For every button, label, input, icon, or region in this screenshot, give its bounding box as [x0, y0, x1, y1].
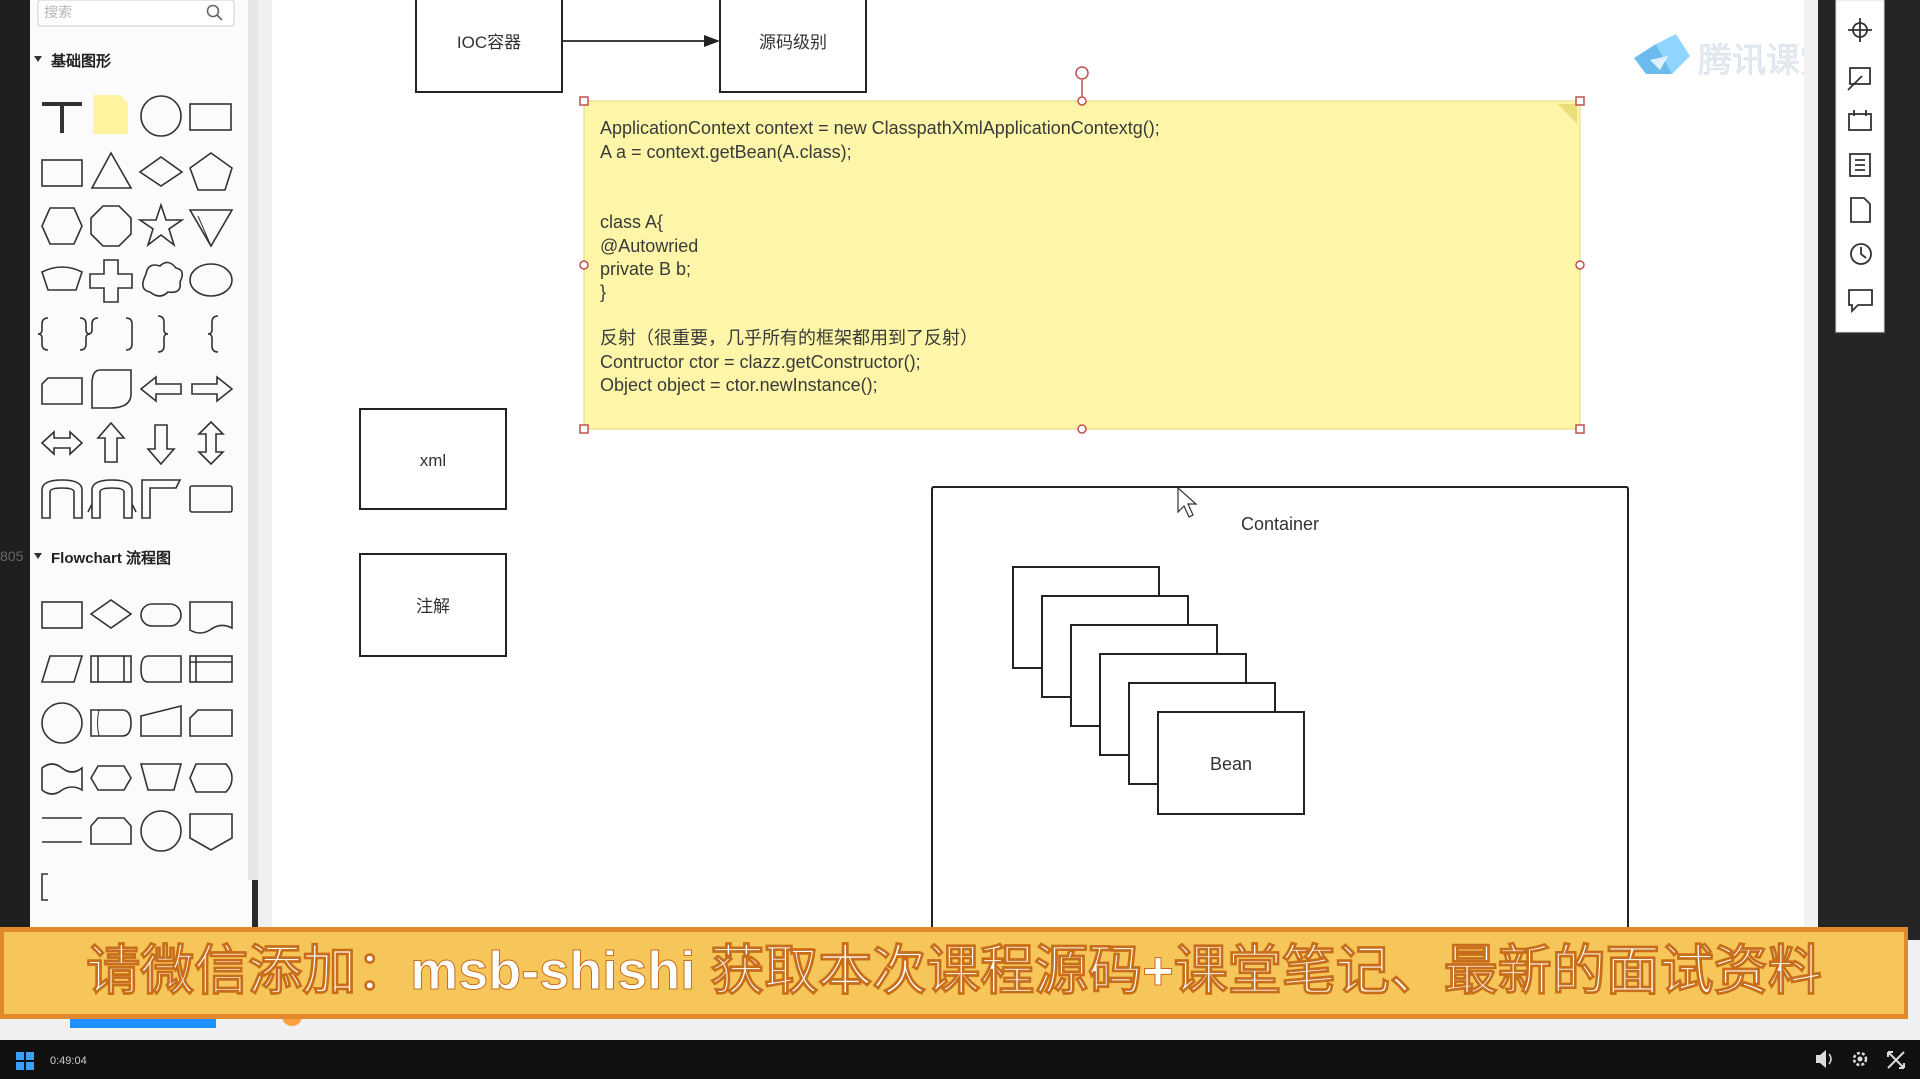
- resize-handle[interactable]: [1077, 424, 1087, 434]
- search-input[interactable]: 搜索: [44, 4, 72, 20]
- note-line: Contructor ctor = clazz.getConstructor()…: [600, 352, 921, 372]
- ioc-container-label: IOC容器: [457, 33, 521, 52]
- resize-handle[interactable]: [579, 96, 589, 106]
- promo-banner-text: 请微信添加：msb-shishi 获取本次课程源码+课堂笔记、最新的面试资料: [86, 941, 1822, 1001]
- section-flowchart-title: Flowchart 流程图: [51, 549, 171, 567]
- note-line: ApplicationContext context = new Classpa…: [600, 118, 1160, 138]
- section-flowchart-header[interactable]: Flowchart 流程图: [34, 549, 171, 567]
- playback-time: 0:49:04: [50, 1055, 87, 1067]
- promo-banner: 请微信添加：msb-shishi 获取本次课程源码+课堂笔记、最新的面试资料: [0, 927, 1908, 1019]
- code-note[interactable]: ApplicationContext context = new Classpa…: [579, 66, 1585, 434]
- ioc-container-box[interactable]: IOC容器: [415, 0, 563, 93]
- resize-handle[interactable]: [1575, 424, 1585, 434]
- note-line: class A{: [600, 212, 663, 232]
- container-label: Container: [1241, 514, 1319, 534]
- note-line: @Autowried: [600, 236, 698, 256]
- screen: 搜索 基础图形 805 Flowchart 流程图 IOC容器 源码级别 App…: [0, 0, 1920, 1079]
- right-toolbar: [1804, 0, 1920, 1040]
- source-level-label: 源码级别: [759, 33, 827, 52]
- container-box[interactable]: Container Bean: [931, 486, 1629, 940]
- note-line: private B b;: [600, 259, 691, 279]
- resize-handle[interactable]: [1575, 260, 1585, 270]
- shape-panel: 搜索 基础图形 805 Flowchart 流程图: [0, 0, 272, 1040]
- resize-handle[interactable]: [579, 424, 589, 434]
- search-box[interactable]: 搜索: [37, 0, 235, 27]
- bean-label: Bean: [1210, 754, 1252, 774]
- annotation-label: 注解: [416, 597, 450, 616]
- resize-handle[interactable]: [579, 260, 589, 270]
- source-level-box[interactable]: 源码级别: [719, 0, 867, 93]
- panel-scrollbar[interactable]: [248, 0, 258, 880]
- taskbar: 0:49:04: [0, 1040, 1920, 1079]
- resize-handle[interactable]: [1077, 96, 1087, 106]
- note-line: 反射（很重要，几乎所有的框架都用到了反射）: [600, 328, 978, 348]
- note-shape-icon[interactable]: [93, 95, 128, 134]
- resize-handle[interactable]: [1575, 96, 1585, 106]
- xml-box[interactable]: xml: [359, 408, 507, 510]
- xml-label: xml: [420, 451, 446, 470]
- note-line: Object object = ctor.newInstance();: [600, 375, 878, 395]
- note-line: }: [600, 282, 606, 302]
- rotate-handle[interactable]: [1075, 66, 1089, 80]
- note-line: A a = context.getBean(A.class);: [600, 142, 852, 162]
- side-number: 805: [0, 548, 24, 564]
- annotation-box[interactable]: 注解: [359, 553, 507, 657]
- diagram-canvas[interactable]: IOC容器 源码级别 ApplicationContext context = …: [272, 0, 1834, 940]
- section-basic-title: 基础图形: [50, 52, 111, 70]
